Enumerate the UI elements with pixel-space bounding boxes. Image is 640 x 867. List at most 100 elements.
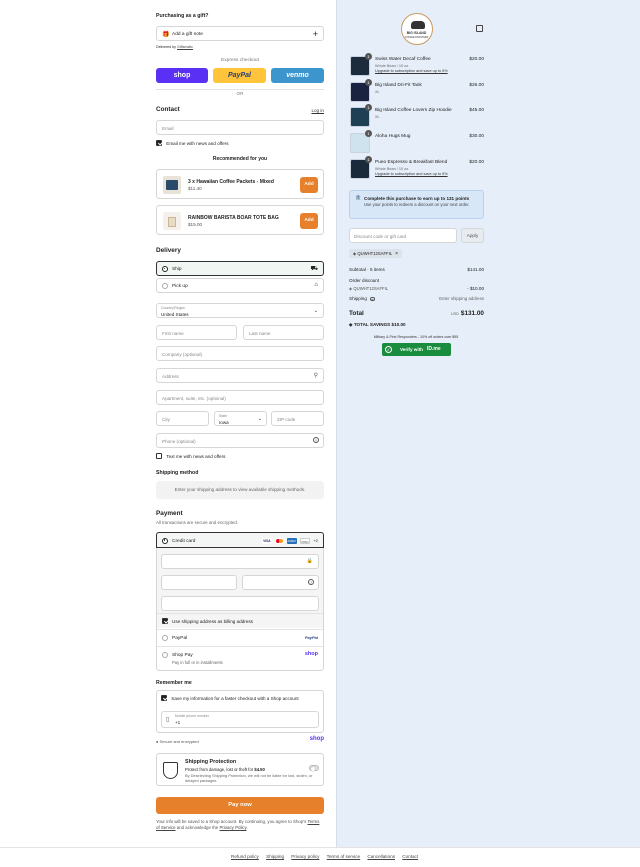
ship-radio[interactable]: [162, 266, 168, 272]
add-button[interactable]: Add: [300, 177, 318, 193]
cart-item-name: Pueo Espresso & Breakfast Blend: [375, 160, 448, 165]
verify-idme-button[interactable]: ✓ Verify with ID.me: [382, 343, 451, 356]
first-name-field[interactable]: First name: [156, 325, 237, 340]
paypal-option[interactable]: PayPal PayPal: [157, 629, 323, 645]
paypal-logo: PayPal: [304, 635, 318, 640]
terms-text: Your info will be saved to a Shop accoun…: [156, 819, 324, 831]
protection-line1-text: Protect from damage, lost or theft for: [185, 767, 255, 772]
text-news-checkbox[interactable]: [156, 453, 162, 459]
pickup-radio[interactable]: [162, 283, 168, 289]
discount-code-field[interactable]: Discount code or gift card: [349, 228, 457, 243]
logo-line2: COFFEE ROASTERS: [404, 36, 429, 39]
city-field[interactable]: City: [156, 411, 209, 426]
giftsmatic-link[interactable]: Giftsmatic: [177, 45, 193, 49]
cart-item: 1 Aloha Hugs Mug $30.00: [350, 130, 484, 153]
gift-note-row[interactable]: 🎁 Add a gift note +: [156, 26, 324, 41]
help-icon[interactable]: ?: [308, 579, 314, 585]
apply-button[interactable]: Apply: [461, 228, 484, 243]
address-field[interactable]: Address ⚲: [156, 368, 324, 383]
billing-same-row[interactable]: Use shipping address as billing address: [157, 613, 323, 628]
shop-pay-button[interactable]: shop: [156, 68, 208, 83]
cart-item-price: $30.00: [469, 134, 484, 139]
delivery-option-pickup[interactable]: Pick up ⌂: [156, 278, 324, 293]
amex-icon: AMEX: [286, 537, 297, 544]
email-news-row[interactable]: Email me with news and offers: [156, 140, 229, 146]
order-discount-label: Order discount: [349, 278, 380, 283]
state-select[interactable]: State Iowa ⌄: [214, 411, 267, 426]
refund-policy-link[interactable]: Refund policy: [231, 854, 259, 859]
paypal-button[interactable]: PayPal: [213, 68, 266, 83]
security-code-field[interactable]: ?: [242, 575, 319, 590]
terms-of-service-link[interactable]: Terms of service: [327, 854, 360, 859]
mastercard-icon: [275, 537, 284, 544]
country-select[interactable]: Country/Region United States ⌄: [156, 303, 324, 318]
last-name-field[interactable]: Last name: [243, 325, 324, 340]
total-savings-label: TOTAL SAVINGS: [353, 322, 391, 327]
verify-label: Verify with: [400, 347, 423, 352]
shipping-label: Shipping: [349, 296, 367, 301]
upgrade-subscription-link[interactable]: Upgrade to subscription and save up to 5…: [375, 172, 448, 176]
billing-same-checkbox[interactable]: [162, 618, 168, 624]
boar-icon: [411, 21, 425, 29]
credit-card-radio[interactable]: [162, 537, 168, 544]
idme-logo: ID.me: [427, 346, 441, 352]
cart-item-name: Aloha Hugs Mug: [375, 134, 411, 139]
email-field[interactable]: Email: [156, 120, 324, 135]
state-label: State: [219, 414, 228, 418]
remove-icon[interactable]: ×: [395, 251, 398, 257]
shop-pay-radio[interactable]: [162, 652, 168, 658]
gift-heading: Purchasing as a gift?: [156, 13, 209, 19]
pay-now-button[interactable]: Pay now: [156, 797, 324, 814]
text-news-label: Text me with news and offers: [166, 453, 226, 459]
plus-icon[interactable]: +: [313, 29, 318, 39]
shop-logo: shop: [309, 736, 324, 742]
venmo-button[interactable]: venmo: [271, 68, 324, 83]
shop-pay-option[interactable]: Shop Pay Pay in full or in installments …: [157, 646, 323, 670]
zip-field[interactable]: ZIP code: [271, 411, 324, 426]
delivery-option-ship[interactable]: Ship ⛟: [156, 261, 324, 276]
company-field[interactable]: Company (optional): [156, 346, 324, 361]
expiration-field[interactable]: [161, 575, 237, 590]
cart-item-variant: Whole Bean / 10 oz.: [375, 63, 410, 68]
order-summary-panel: [336, 0, 640, 847]
recommended-item-name: 3 x Hawaiian Coffee Packets - Mixed: [188, 179, 274, 185]
cart-item-price: $45.00: [469, 108, 484, 113]
logo-line1: BIG ISLAND: [406, 31, 427, 35]
protection-toggle[interactable]: [309, 765, 319, 771]
store-logo[interactable]: BIG ISLAND COFFEE ROASTERS: [401, 13, 433, 45]
cancellations-link[interactable]: Cancellations: [367, 854, 395, 859]
gift-icon: 🎁: [162, 32, 170, 38]
save-info-checkbox[interactable]: [161, 695, 167, 701]
terms-prefix: Your info will be saved to a Shop accoun…: [156, 819, 308, 824]
apartment-field[interactable]: Apartment, suite, etc. (optional): [156, 390, 324, 405]
quantity-badge: 1: [365, 53, 372, 60]
upgrade-subscription-link[interactable]: Upgrade to subscription and save up to 5…: [375, 69, 448, 73]
save-info-row[interactable]: Save my information for a faster checkou…: [161, 695, 299, 701]
contact-link[interactable]: Contact: [402, 854, 418, 859]
privacy-policy-link[interactable]: Privacy policy: [291, 854, 319, 859]
name-on-card-field[interactable]: [161, 596, 319, 611]
help-icon[interactable]: ?: [370, 296, 375, 301]
contact-heading: Contact: [156, 106, 180, 113]
payment-heading: Payment: [156, 510, 183, 517]
login-link[interactable]: Log in: [311, 108, 324, 113]
product-thumbnail: [163, 176, 181, 194]
recommended-item-name: RAINBOW BARISTA BOAR TOTE BAG: [188, 215, 279, 221]
credit-card-option[interactable]: Credit card VISA AMEX DISC +2: [156, 532, 324, 548]
privacy-policy-link[interactable]: Privacy Policy: [219, 825, 246, 830]
add-button[interactable]: Add: [300, 213, 318, 229]
terms-mid: and acknowledge the: [175, 825, 220, 830]
help-icon[interactable]: ?: [313, 437, 319, 443]
card-number-field[interactable]: 🔒: [161, 554, 319, 569]
shopping-bag-icon[interactable]: [476, 25, 483, 32]
state-value: Iowa: [219, 420, 229, 425]
mobile-phone-field[interactable]: ▯ Mobile phone number +1: [161, 711, 319, 728]
chevron-down-icon: ⌄: [257, 416, 262, 422]
text-news-row[interactable]: Text me with news and offers: [156, 453, 225, 459]
paypal-radio[interactable]: [162, 634, 168, 641]
email-news-checkbox[interactable]: [156, 140, 162, 146]
subtotal-value: $141.00: [467, 267, 484, 272]
gift-note-label: Add a gift note: [172, 32, 203, 37]
phone-field[interactable]: Phone (optional) ?: [156, 433, 324, 448]
shipping-link[interactable]: Shipping: [266, 854, 284, 859]
